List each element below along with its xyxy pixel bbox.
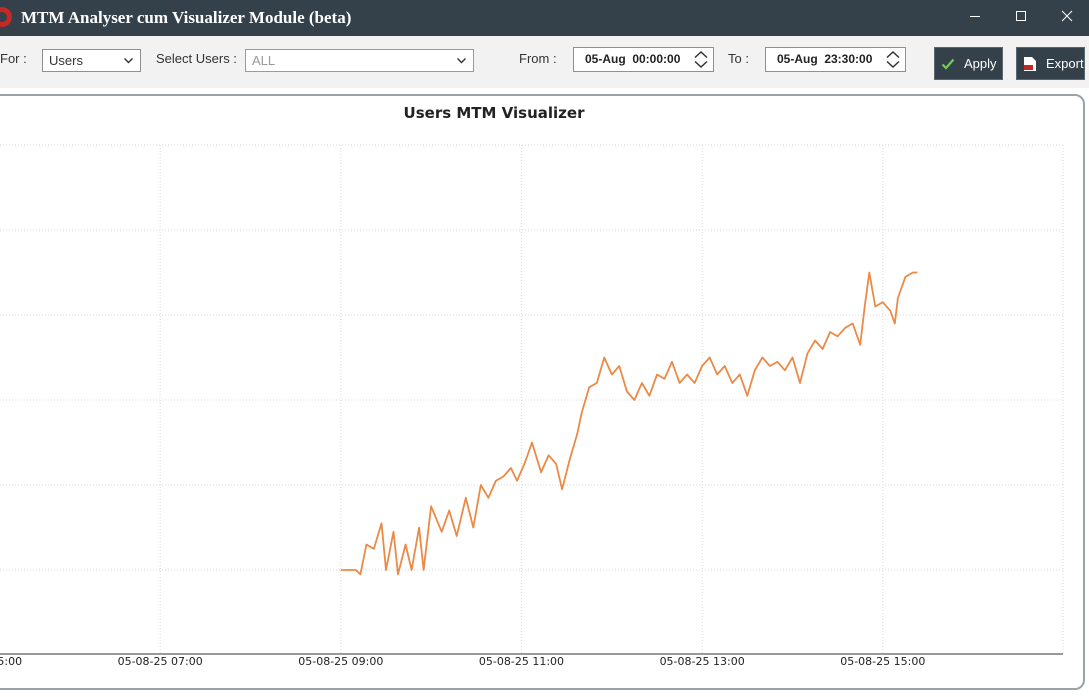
- chart-title: Users MTM Visualizer: [404, 104, 586, 122]
- x-tick-label: 05-08-25 15:00: [840, 655, 925, 668]
- x-tick-label: 05-08-25 09:00: [298, 655, 383, 668]
- mtm-line-chart: Users MTM Visualizer 05-08-25 05:00 05-08-…: [0, 104, 1064, 668]
- series-line: [340, 271, 918, 576]
- x-tick-label: 05-08-25 11:00: [479, 655, 564, 668]
- x-tick-label: 05-08-25 13:00: [660, 655, 745, 668]
- x-tick-label: 05-08-25 05:00: [0, 655, 22, 668]
- x-tick-label: 05-08-25 07:00: [118, 655, 203, 668]
